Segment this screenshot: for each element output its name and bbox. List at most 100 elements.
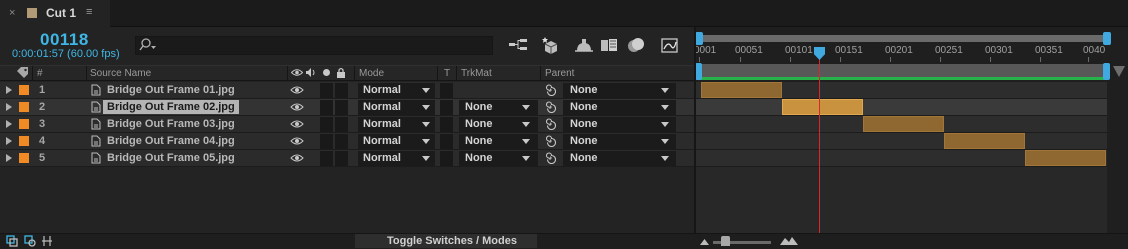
- preserve-transparency-switch[interactable]: [440, 83, 453, 98]
- layer-number: 4: [39, 135, 46, 147]
- layer-duration-bar[interactable]: [701, 82, 782, 98]
- layer-label-color[interactable]: [19, 85, 29, 95]
- chevron-down-icon: [661, 139, 669, 144]
- ruler-label: 00301: [985, 45, 1013, 56]
- layer-source-name[interactable]: Bridge Out Frame 04.jpg: [107, 135, 235, 147]
- layer-visibility-eye-icon[interactable]: [290, 153, 304, 163]
- flowchart-icon[interactable]: [507, 35, 529, 55]
- column-divider: [354, 66, 355, 80]
- parent-pick-whip-icon[interactable]: [544, 84, 556, 96]
- layer-list-empty-area[interactable]: [0, 167, 695, 233]
- lock-icon[interactable]: [336, 67, 346, 78]
- column-parent[interactable]: Parent: [545, 68, 574, 79]
- layer-lock-switch[interactable]: [335, 100, 348, 115]
- current-time-display[interactable]: 00118: [40, 30, 89, 50]
- time-navigator-bar[interactable]: [699, 35, 1107, 42]
- preserve-transparency-switch[interactable]: [440, 117, 453, 132]
- column-divider: [32, 66, 33, 80]
- layer-visibility-eye-icon[interactable]: [290, 85, 304, 95]
- layer-visibility-eye-icon[interactable]: [290, 136, 304, 146]
- panel-menu-icon[interactable]: ≡: [86, 6, 92, 18]
- column-preserve-transparency[interactable]: T: [444, 68, 450, 79]
- layer-switches-pane-icon[interactable]: [6, 235, 18, 247]
- column-source-name[interactable]: Source Name: [90, 68, 151, 79]
- layer-source-name[interactable]: Bridge Out Frame 02.jpg: [103, 100, 239, 114]
- layer-expand-toggle[interactable]: [6, 120, 12, 128]
- solo-dot-icon[interactable]: [322, 68, 331, 77]
- in-out-duration-pane-icon[interactable]: [41, 235, 53, 247]
- zoom-in-icon[interactable]: [780, 236, 798, 245]
- timeline-side-strip: [1107, 82, 1128, 233]
- layer-visibility-eye-icon[interactable]: [290, 102, 304, 112]
- layer-duration-bar[interactable]: [863, 116, 944, 132]
- parent-pick-whip-icon[interactable]: [544, 152, 556, 164]
- layer-timeline-row: [695, 99, 1107, 116]
- video-eye-icon[interactable]: [291, 68, 303, 77]
- time-navigator-end-handle[interactable]: [1103, 32, 1111, 45]
- column-track-matte[interactable]: TrkMat: [461, 68, 492, 79]
- layer-solo-switch[interactable]: [320, 134, 333, 149]
- layer-expand-toggle[interactable]: [6, 103, 12, 111]
- layer-duration-bar[interactable]: [782, 99, 863, 115]
- ruler-label: 00101: [785, 45, 813, 56]
- parent-pick-whip-icon[interactable]: [544, 135, 556, 147]
- layer-solo-switch[interactable]: [320, 151, 333, 166]
- column-divider: [456, 66, 457, 80]
- layer-visibility-eye-icon[interactable]: [290, 119, 304, 129]
- motion-blur-icon[interactable]: [625, 35, 647, 55]
- layer-expand-toggle[interactable]: [6, 86, 12, 94]
- parent-pick-whip-icon[interactable]: [544, 118, 556, 130]
- ruler-tick: [699, 57, 700, 62]
- preserve-transparency-switch[interactable]: [440, 100, 453, 115]
- layer-lock-switch[interactable]: [335, 83, 348, 98]
- draft-3d-icon[interactable]: [540, 35, 562, 55]
- transfer-controls-pane-icon[interactable]: [24, 235, 36, 247]
- zoom-slider-handle[interactable]: [721, 236, 730, 246]
- layer-number: 2: [39, 101, 46, 113]
- column-mode[interactable]: Mode: [359, 68, 384, 79]
- graph-editor-icon[interactable]: [659, 35, 681, 55]
- search-icon[interactable]: [139, 37, 157, 53]
- preserve-transparency-switch[interactable]: [440, 134, 453, 149]
- parent-pick-whip-icon[interactable]: [544, 101, 556, 113]
- preserve-transparency-switch[interactable]: [440, 151, 453, 166]
- layer-label-color[interactable]: [19, 119, 29, 129]
- layer-solo-switch[interactable]: [320, 117, 333, 132]
- layer-search-input[interactable]: [135, 36, 493, 55]
- layer-parent-value: None: [570, 101, 598, 113]
- layer-lock-switch[interactable]: [335, 117, 348, 132]
- layer-expand-toggle[interactable]: [6, 154, 12, 162]
- layer-solo-switch[interactable]: [320, 83, 333, 98]
- zoom-out-icon[interactable]: [700, 238, 709, 245]
- layer-source-name[interactable]: Bridge Out Frame 01.jpg: [107, 84, 235, 96]
- layer-label-color[interactable]: [19, 153, 29, 163]
- layer-source-name[interactable]: Bridge Out Frame 05.jpg: [107, 152, 235, 164]
- ruler-tick: [1040, 57, 1041, 62]
- layer-solo-switch[interactable]: [320, 100, 333, 115]
- panel-divider[interactable]: [694, 27, 696, 233]
- layer-lock-switch[interactable]: [335, 134, 348, 149]
- layer-duration-bar[interactable]: [944, 133, 1025, 149]
- layer-source-name[interactable]: Bridge Out Frame 03.jpg: [107, 118, 235, 130]
- tab-title[interactable]: Cut 1: [46, 6, 76, 20]
- audio-speaker-icon[interactable]: [305, 67, 316, 78]
- image-file-icon: [91, 152, 101, 164]
- ruler-tick: [940, 57, 941, 62]
- frame-blending-icon[interactable]: [598, 35, 620, 55]
- chevron-down-icon: [422, 88, 430, 93]
- render-work-area-indicator: [700, 77, 1107, 80]
- layer-label-color[interactable]: [19, 136, 29, 146]
- layer-label-color[interactable]: [19, 102, 29, 112]
- layer-expand-toggle[interactable]: [6, 137, 12, 145]
- shy-layers-icon[interactable]: [573, 35, 595, 55]
- toggle-switches-modes-label[interactable]: Toggle Switches / Modes: [387, 235, 517, 247]
- close-tab-icon[interactable]: ×: [9, 7, 15, 19]
- work-area-start-handle[interactable]: [695, 63, 702, 80]
- ruler-label: 00051: [735, 45, 763, 56]
- layer-lock-switch[interactable]: [335, 151, 348, 166]
- time-navigator-start-handle[interactable]: [695, 32, 703, 45]
- work-area-end-handle[interactable]: [1103, 63, 1110, 80]
- layer-duration-bar[interactable]: [1025, 150, 1106, 166]
- label-tag-icon[interactable]: [16, 67, 30, 79]
- column-number[interactable]: #: [37, 68, 43, 79]
